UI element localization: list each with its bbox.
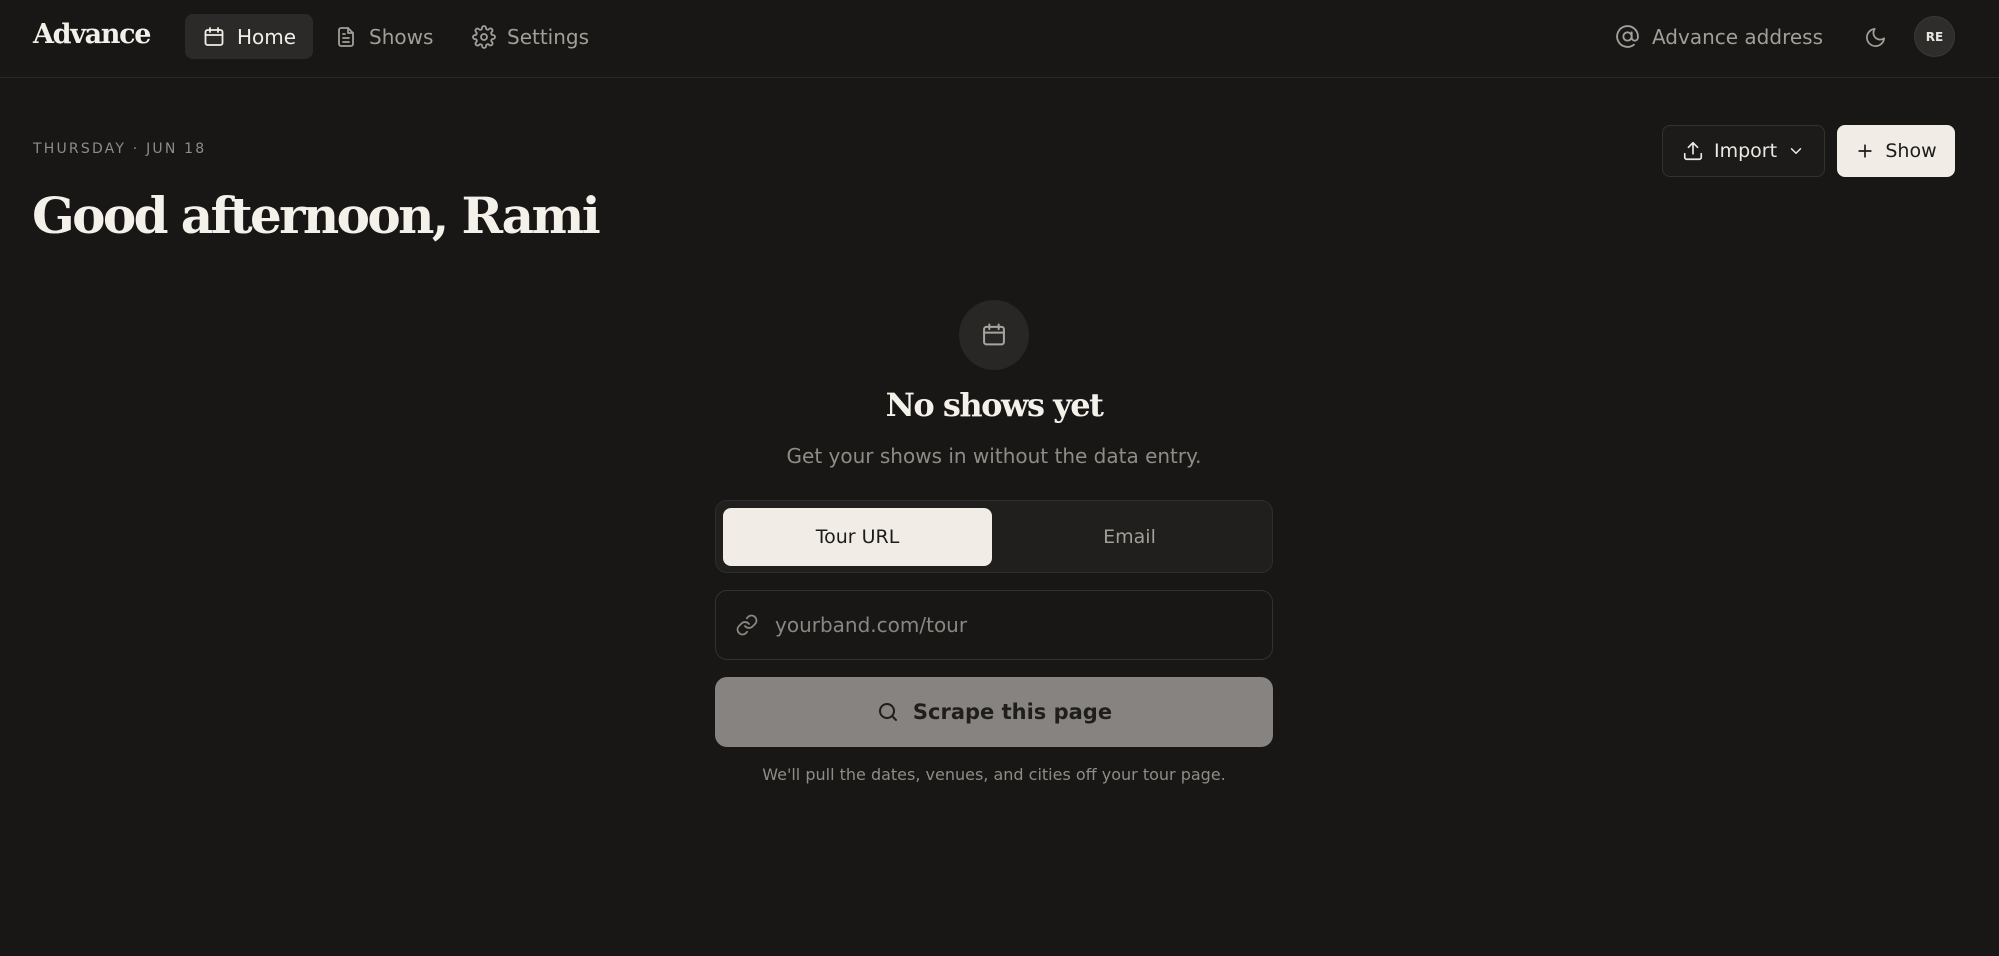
avatar[interactable]: RE [1914,16,1955,57]
tab-email[interactable]: Email [995,508,1264,566]
nav-item-shows[interactable]: Shows [317,14,450,59]
document-icon [334,25,358,49]
top-navigation-bar: Advance Home Shows Settings Advance addr… [0,0,1999,78]
calendar-icon [202,25,226,49]
add-show-button[interactable]: Show [1837,125,1955,177]
plus-icon [1855,141,1875,161]
helper-text: We'll pull the dates, venues, and cities… [762,765,1226,784]
page-title: Good afternoon, Rami [32,186,601,245]
nav-item-label: Home [237,24,297,49]
theme-toggle-button[interactable] [1859,21,1891,53]
empty-state-title: No shows yet [885,386,1104,424]
import-method-tabs: Tour URL Email [715,500,1273,573]
tour-url-input[interactable] [775,613,1235,637]
show-label: Show [1885,140,1937,162]
nav-item-settings[interactable]: Settings [455,14,606,59]
tour-url-field [715,590,1273,660]
nav-item-home[interactable]: Home [185,14,314,59]
brand-logo[interactable]: Advance [33,19,151,50]
date-label: THURSDAY · JUN 18 [33,141,207,157]
calendar-icon [959,300,1029,370]
search-icon [876,700,900,724]
empty-state-subtitle: Get your shows in without the data entry… [786,444,1202,468]
tab-tour-url[interactable]: Tour URL [723,508,992,566]
scrape-label: Scrape this page [912,700,1113,724]
advance-address-link[interactable]: Advance address [1615,14,1823,59]
import-button[interactable]: Import [1662,125,1825,177]
upload-icon [1682,140,1704,162]
nav-item-label: Settings [507,24,590,49]
nav-item-label: Shows [369,24,434,49]
gear-icon [472,24,496,49]
advance-address-label: Advance address [1651,24,1823,49]
import-label: Import [1713,140,1778,162]
at-sign-icon [1615,24,1640,49]
moon-icon [1864,26,1887,49]
scrape-page-button[interactable]: Scrape this page [715,677,1273,747]
link-icon [735,613,759,637]
chevron-down-icon [1787,142,1805,160]
